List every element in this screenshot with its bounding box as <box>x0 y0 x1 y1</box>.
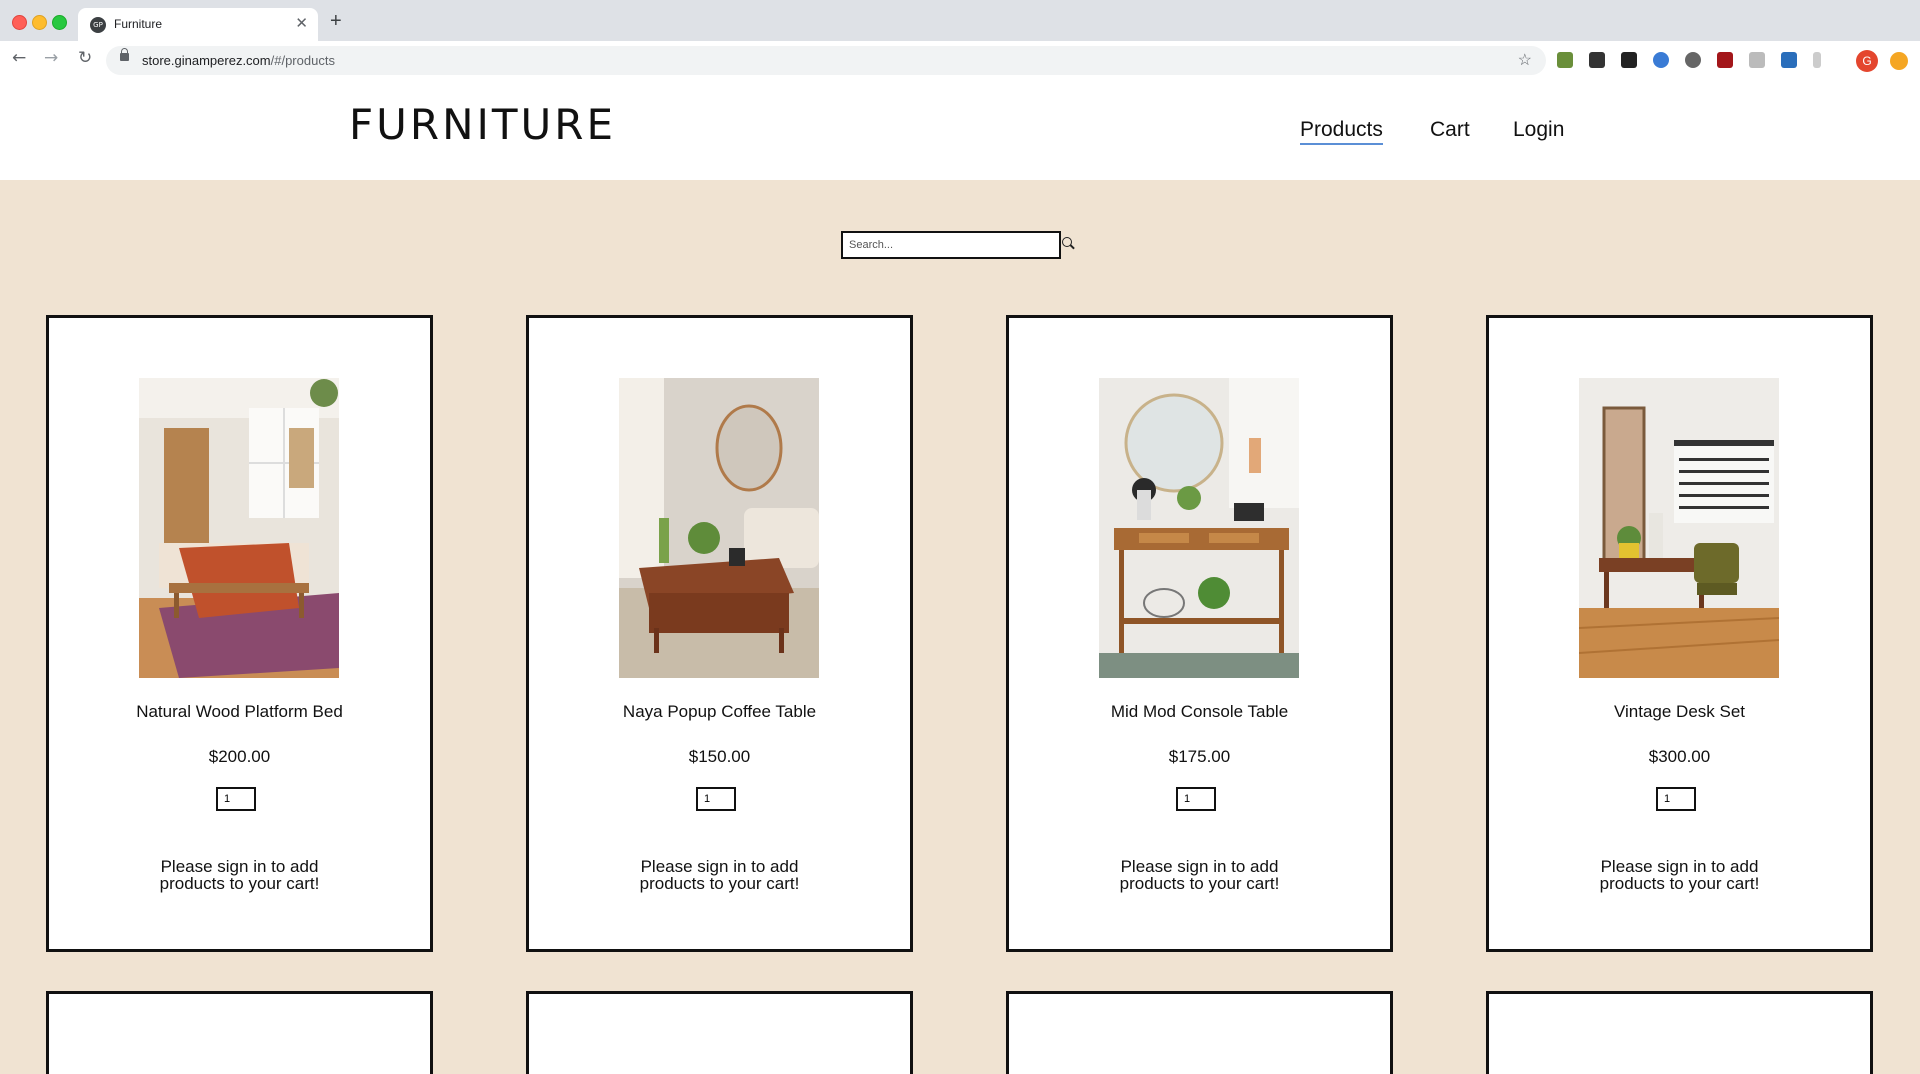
product-price: $300.00 <box>1648 747 1711 766</box>
product-price: $150.00 <box>688 747 751 766</box>
extension-gray-icon[interactable] <box>1749 52 1765 68</box>
site-favicon-icon: GP <box>90 17 106 33</box>
url-path: /#/products <box>270 53 335 68</box>
url-host: store.ginamperez.com <box>142 53 271 68</box>
reload-icon[interactable]: ↻ <box>78 48 92 68</box>
quantity-input[interactable] <box>1656 787 1696 811</box>
sign-in-message-line2: products to your cart! <box>159 874 320 893</box>
extension-bulb-icon[interactable] <box>1813 52 1821 68</box>
product-card: Vintage Desk Set $300.00 Please sign in … <box>1486 315 1873 952</box>
forward-arrow-icon[interactable]: → <box>44 48 58 68</box>
product-card <box>1486 991 1873 1074</box>
extension-blue-square-icon[interactable] <box>1781 52 1797 68</box>
nav-cart-link[interactable]: Cart <box>1430 118 1470 142</box>
product-name[interactable]: Vintage Desk Set <box>1489 702 1870 722</box>
product-card <box>526 991 913 1074</box>
sign-in-message: Please sign in to add products to your ca… <box>599 858 840 892</box>
product-name[interactable]: Naya Popup Coffee Table <box>529 702 910 722</box>
minimize-window-button[interactable] <box>32 15 47 30</box>
bookmark-star-icon[interactable]: ☆ <box>1518 50 1532 70</box>
extension-eyedropper-icon[interactable] <box>1557 52 1573 68</box>
product-name[interactable]: Natural Wood Platform Bed <box>49 702 430 722</box>
product-card <box>46 991 433 1074</box>
product-price: $175.00 <box>1168 747 1231 766</box>
extension-mask-icon[interactable] <box>1589 52 1605 68</box>
site-logo[interactable]: FURNITURE <box>349 100 616 149</box>
sign-in-message: Please sign in to add products to your ca… <box>1559 858 1800 892</box>
close-tab-icon[interactable]: ✕ <box>295 14 308 32</box>
search-input[interactable] <box>841 231 1061 259</box>
nav-login-link[interactable]: Login <box>1513 118 1564 142</box>
sign-in-message-line2: products to your cart! <box>639 874 800 893</box>
sign-in-message: Please sign in to add products to your ca… <box>119 858 360 892</box>
lock-icon[interactable] <box>120 48 129 61</box>
sign-in-message-line2: products to your cart! <box>1119 874 1280 893</box>
product-card: Mid Mod Console Table $175.00 Please sig… <box>1006 315 1393 952</box>
product-image-desk-set[interactable] <box>1579 378 1779 678</box>
tab-bar: GP Furniture ✕ + <box>0 0 1920 41</box>
zoom-window-button[interactable] <box>52 15 67 30</box>
tab-title: Furniture <box>114 17 163 31</box>
site-header <box>0 80 1920 180</box>
product-card: Naya Popup Coffee Table $150.00 Please s… <box>526 315 913 952</box>
quantity-input[interactable] <box>216 787 256 811</box>
product-name[interactable]: Mid Mod Console Table <box>1009 702 1390 722</box>
nav-products-link[interactable]: Products <box>1300 118 1383 145</box>
search-icon[interactable] <box>1062 237 1072 247</box>
address-url[interactable]: store.ginamperez.com/#/products <box>142 53 335 68</box>
browser-tab[interactable]: GP Furniture ✕ <box>78 8 318 41</box>
extension-orange-icon[interactable] <box>1890 52 1908 70</box>
sign-in-message-line2: products to your cart! <box>1599 874 1760 893</box>
back-arrow-icon[interactable]: ← <box>12 48 26 68</box>
sign-in-message: Please sign in to add products to your ca… <box>1079 858 1320 892</box>
product-image-coffee-table[interactable] <box>619 378 819 678</box>
product-card <box>1006 991 1393 1074</box>
extension-checkbox-icon[interactable] <box>1621 52 1637 68</box>
extension-blue-circle-icon[interactable] <box>1653 52 1669 68</box>
profile-avatar[interactable]: G <box>1856 50 1878 72</box>
product-card: Natural Wood Platform Bed $200.00 Please… <box>46 315 433 952</box>
product-price: $200.00 <box>208 747 271 766</box>
browser-chrome: GP Furniture ✕ + ← → ↻ store.ginamperez.… <box>0 0 1920 81</box>
product-image-platform-bed[interactable] <box>139 378 339 678</box>
product-image-console-table[interactable] <box>1099 378 1299 678</box>
close-window-button[interactable] <box>12 15 27 30</box>
address-bar[interactable]: store.ginamperez.com/#/products ☆ <box>106 46 1546 75</box>
extension-gray-circle-icon[interactable] <box>1685 52 1701 68</box>
new-tab-icon[interactable]: + <box>330 10 342 33</box>
extension-ublock-icon[interactable] <box>1717 52 1733 68</box>
quantity-input[interactable] <box>696 787 736 811</box>
quantity-input[interactable] <box>1176 787 1216 811</box>
